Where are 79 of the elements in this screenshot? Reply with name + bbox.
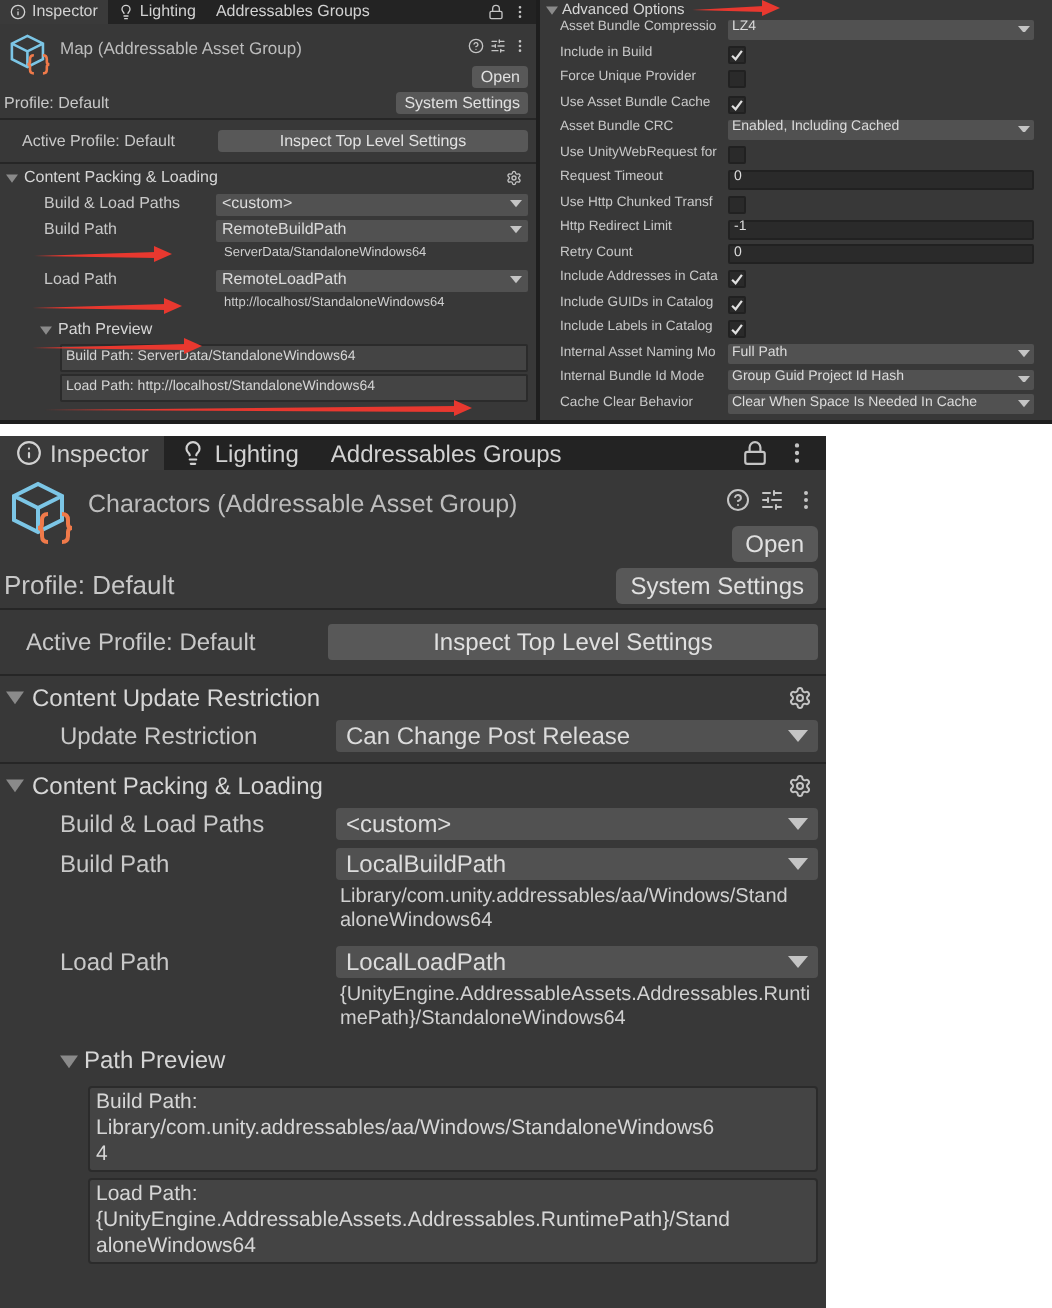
resolved-path-text: Library/com.unity.addressables/aa/Windows/Stand aloneWindows64 [340,886,790,934]
path-preview-text: Load Path: {UnityEngine.AddressableAssets.Addressables.RuntimePath}/Stand aloneWindows64 [88,1178,818,1264]
tab[interactable]: Inspector [0,436,165,470]
open-button[interactable]: Open [731,526,818,562]
settings-icon[interactable] [788,685,812,709]
caret-icon [788,956,808,968]
lightbulb-icon [180,440,207,466]
field-label: Load Path [58,946,172,980]
path-preview-text: Build Path: Library/com.unity.addressables/aa/Windows/StandaloneWindows6 4 [88,1086,818,1172]
dropdown[interactable]: <custom> [336,808,818,840]
expand-triangle-icon[interactable] [6,688,24,706]
checkbox[interactable] [728,270,746,288]
active-profile-label: Active Profile: Default [26,626,258,660]
subsection-title[interactable]: Path Preview [58,318,153,342]
system-settings-button[interactable]: System Settings [616,567,818,603]
dropdown[interactable]: RemoteLoadPath [216,269,528,291]
expand-triangle-icon[interactable] [60,1051,78,1069]
caret-icon [510,226,522,234]
checkbox[interactable] [728,45,746,63]
lock-icon[interactable] [488,4,504,20]
field-label: Load Path [42,268,119,292]
system-settings-button[interactable]: System Settings [396,92,528,114]
field-label: Update Restriction [58,720,260,754]
field-label: Build Path [58,848,172,882]
profile-label: Profile: Default [4,567,175,604]
caret-icon [1018,350,1030,358]
field-label: Build & Load Paths [42,192,183,216]
dropdown[interactable]: LocalLoadPath [336,946,818,978]
help-icon[interactable] [726,488,750,512]
section-title[interactable]: Content Packing & Loading [32,767,323,803]
inspect-top-level-settings-button[interactable]: Inspect Top Level Settings [328,624,818,660]
asset-group-icon [8,32,52,76]
field-label: Build & Load Paths [58,808,267,842]
caret-icon [1018,125,1030,133]
section-title[interactable]: Content Packing & Loading [24,166,218,190]
expand-triangle-icon[interactable] [6,776,24,794]
caret-icon [788,858,808,870]
tab[interactable]: Addressables Groups [205,0,380,24]
info-icon [16,440,42,466]
dropdown[interactable]: Can Change Post Release [336,720,818,752]
tab[interactable]: Inspector [0,0,108,24]
caret-icon [1018,375,1030,383]
presets-icon[interactable] [760,488,784,512]
dropdown[interactable]: LocalBuildPath [336,848,818,880]
lightbulb-icon [117,4,134,20]
caret-icon [788,818,808,830]
section-title[interactable]: Content Update Restriction [32,679,321,715]
info-icon [10,4,26,20]
checkbox[interactable] [728,95,746,113]
asset-title: Charactors (Addressable Asset Group) [88,488,518,522]
lock-icon[interactable] [742,440,768,466]
inspect-top-level-settings-button[interactable]: Inspect Top Level Settings [218,130,528,152]
tab[interactable]: Addressables Groups [314,436,578,470]
asset-group-icon [8,478,76,546]
checkbox[interactable] [728,320,746,338]
expand-triangle-icon[interactable] [546,3,558,15]
asset-title: Map (Addressable Asset Group) [60,36,302,62]
expand-triangle-icon[interactable] [6,172,18,184]
caret-icon [1018,400,1030,408]
expand-triangle-icon[interactable] [40,324,52,336]
active-profile-label: Active Profile: Default [22,129,177,153]
settings-icon[interactable] [506,170,522,186]
presets-icon[interactable] [490,38,506,54]
caret-icon [510,276,522,284]
checkbox[interactable] [728,295,746,313]
caret-icon [788,730,808,742]
resolved-path-text: {UnityEngine.AddressableAssets.Addressables.Runti mePath}/StandaloneWindows64 [340,984,813,1032]
tab[interactable]: Lighting [164,436,315,470]
profile-label: Profile: Default [4,91,109,115]
tab[interactable]: Lighting [107,0,206,24]
settings-icon[interactable] [788,773,812,797]
caret-icon [1018,25,1030,33]
field-label: Build Path [42,218,119,242]
dropdown[interactable]: <custom> [216,193,528,215]
open-button[interactable]: Open [472,66,528,88]
dropdown[interactable]: RemoteBuildPath [216,219,528,241]
help-icon[interactable] [468,38,484,54]
subsection-title[interactable]: Path Preview [84,1042,226,1078]
caret-icon [510,200,522,208]
